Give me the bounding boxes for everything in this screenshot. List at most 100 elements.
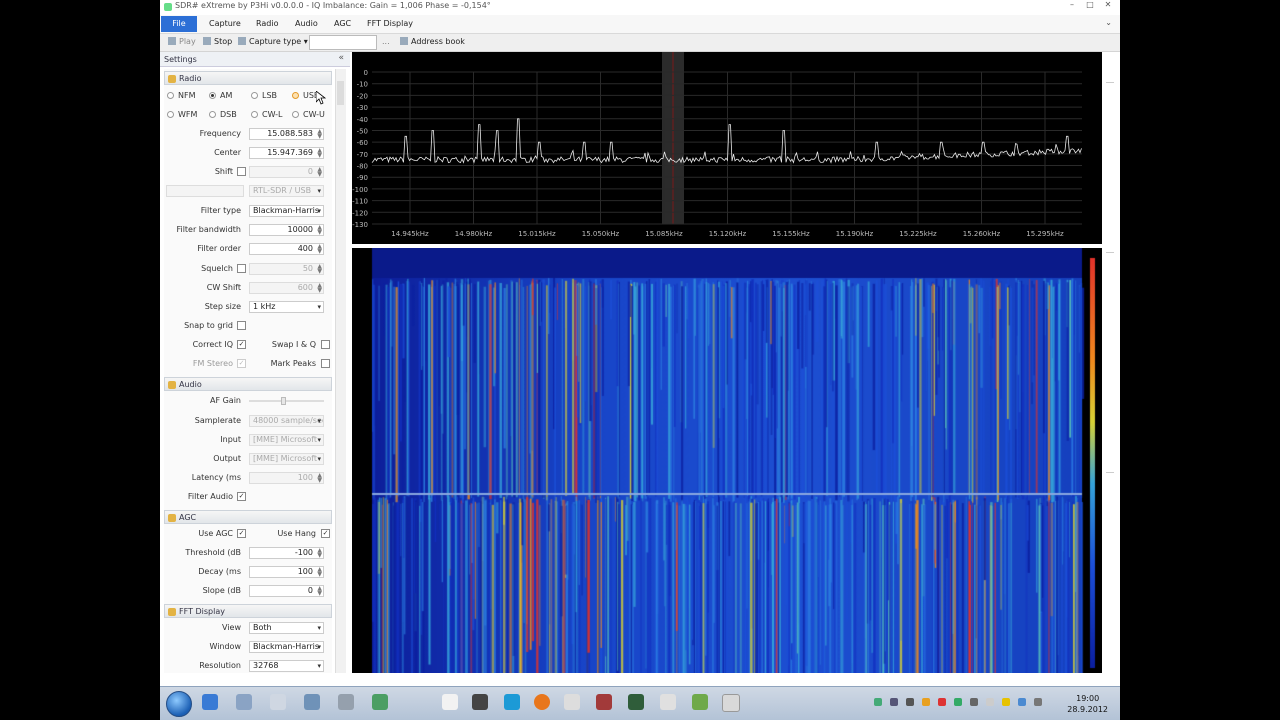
tray-icon[interactable]: [1018, 698, 1026, 706]
use-hang-checkbox[interactable]: ✓: [321, 529, 330, 538]
tray-icon[interactable]: [890, 698, 898, 706]
device-select[interactable]: RTL-SDR / USB ▾: [249, 185, 324, 197]
collapse-settings-button[interactable]: «: [338, 53, 344, 63]
window-select[interactable]: Blackman-Harris ▾: [249, 641, 324, 653]
export-icon[interactable]: [692, 694, 708, 710]
spectrum-display[interactable]: 0 -10 -20 -30 -40 -50 -60 -70 -80 -90 -100 -110 -120…: [352, 52, 1102, 244]
mode-dsb[interactable]: DSB: [209, 110, 237, 119]
af-gain-slider[interactable]: [249, 397, 324, 405]
shift-checkbox[interactable]: [237, 167, 246, 176]
sdr-taskbar-icon[interactable]: [722, 694, 740, 712]
spin-icon[interactable]: ▲ ▼: [317, 225, 322, 235]
close-button[interactable]: ✕: [1100, 0, 1116, 9]
mode-nfm[interactable]: NFM: [167, 91, 196, 100]
tray-icon[interactable]: [906, 698, 914, 706]
firefox-icon[interactable]: [534, 694, 550, 710]
stop-button[interactable]: Stop: [203, 37, 232, 46]
ie-icon[interactable]: [202, 694, 218, 710]
use-agc-checkbox[interactable]: ✓: [237, 529, 246, 538]
filter-bandwidth-input[interactable]: 10000 ▲ ▼: [249, 224, 324, 236]
settings-scrollbar[interactable]: [335, 69, 346, 673]
tool-icon[interactable]: [338, 694, 354, 710]
spin-icon[interactable]: ▲ ▼: [317, 567, 322, 577]
window-icon[interactable]: [564, 694, 580, 710]
console-icon[interactable]: [472, 694, 488, 710]
waterfall-canvas[interactable]: [352, 248, 1102, 673]
file-icon[interactable]: [442, 694, 458, 710]
input-select[interactable]: [MME] Microsoft ▾: [249, 434, 324, 446]
taskbar-clock[interactable]: 19:00 28.9.2012: [1067, 693, 1108, 715]
filter-type-select[interactable]: Blackman-Harris ▾: [249, 205, 324, 217]
spin-icon[interactable]: ▲ ▼: [317, 548, 322, 558]
spectrum-plot[interactable]: 0 -10 -20 -30 -40 -50 -60 -70 -80 -90 -100 -110 -120…: [352, 52, 1102, 244]
download-icon[interactable]: [660, 694, 676, 710]
skype-icon[interactable]: [504, 694, 520, 710]
documents-icon[interactable]: [270, 694, 286, 710]
mode-lsb[interactable]: LSB: [251, 91, 277, 100]
swap-iq-checkbox[interactable]: [321, 340, 330, 349]
slope-input[interactable]: 0 ▲ ▼: [249, 585, 324, 597]
app-red-icon[interactable]: [596, 694, 612, 710]
scrollbar-thumb[interactable]: [337, 81, 344, 105]
menu-fft-display[interactable]: FFT Display: [367, 19, 413, 28]
menu-audio[interactable]: Audio: [295, 19, 318, 28]
tray-icon[interactable]: [970, 698, 978, 706]
squelch-checkbox[interactable]: [237, 264, 246, 273]
menu-capture[interactable]: Capture: [209, 19, 241, 28]
filter-order-input[interactable]: 400 ▲ ▼: [249, 243, 324, 255]
waterfall-display[interactable]: [352, 248, 1102, 673]
computer-icon[interactable]: [236, 694, 252, 710]
decay-input[interactable]: 100 ▲ ▼: [249, 566, 324, 578]
step-size-select[interactable]: 1 kHz ▾: [249, 301, 324, 313]
tray-icon[interactable]: [922, 698, 930, 706]
menu-agc[interactable]: AGC: [334, 19, 351, 28]
audio-section-header[interactable]: Audio: [164, 377, 332, 391]
spin-icon[interactable]: ▲ ▼: [317, 586, 322, 596]
cw-shift-input[interactable]: 600 ▲ ▼: [249, 282, 324, 294]
agc-section-header[interactable]: AGC: [164, 510, 332, 524]
tray-icon[interactable]: [986, 698, 994, 706]
resolution-select[interactable]: 32768 ▾: [249, 660, 324, 672]
start-button[interactable]: [166, 691, 192, 717]
menu-file[interactable]: File: [161, 16, 197, 32]
spin-icon[interactable]: ▲ ▼: [317, 129, 322, 139]
spin-icon[interactable]: ▲ ▼: [317, 148, 322, 158]
frequency-input[interactable]: 15.088.583 ▲ ▼: [249, 128, 324, 140]
center-input[interactable]: 15.947.369 ▲ ▼: [249, 147, 324, 159]
mode-am[interactable]: AM: [209, 91, 232, 100]
mark-peaks-checkbox[interactable]: [321, 359, 330, 368]
squelch-input[interactable]: 50 ▲ ▼: [249, 263, 324, 275]
capture-type-button[interactable]: Capture type ▾: [238, 37, 308, 46]
globe-icon[interactable]: [372, 694, 388, 710]
threshold-input[interactable]: -100 ▲ ▼: [249, 547, 324, 559]
tray-icon[interactable]: [874, 698, 882, 706]
spin-icon[interactable]: ▲ ▼: [317, 244, 322, 254]
view-select[interactable]: Both ▾: [249, 622, 324, 634]
latency-input[interactable]: 100 ▲ ▼: [249, 472, 324, 484]
tray-icon[interactable]: [1034, 698, 1042, 706]
capture-type-combo[interactable]: [309, 35, 377, 50]
correct-iq-checkbox[interactable]: ✓: [237, 340, 246, 349]
tray-icon[interactable]: [954, 698, 962, 706]
mode-cw-u[interactable]: CW-U: [292, 110, 325, 119]
play-button[interactable]: Play: [168, 37, 196, 46]
chevron-down-icon[interactable]: ⌄: [1105, 18, 1112, 27]
network-icon[interactable]: [304, 694, 320, 710]
tray-icon[interactable]: [938, 698, 946, 706]
mode-wfm[interactable]: WFM: [167, 110, 197, 119]
mode-cw-l[interactable]: CW-L: [251, 110, 283, 119]
monitor-icon[interactable]: [628, 694, 644, 710]
browse-button[interactable]: ...: [382, 37, 390, 46]
address-book-button[interactable]: Address book: [400, 37, 465, 46]
output-select[interactable]: [MME] Microsoft ▾: [249, 453, 324, 465]
snap-to-grid-checkbox[interactable]: [237, 321, 246, 330]
slider-knob[interactable]: [280, 397, 286, 405]
menu-radio[interactable]: Radio: [256, 19, 278, 28]
shift-input[interactable]: 0 ▲ ▼: [249, 166, 324, 178]
filter-audio-checkbox[interactable]: ✓: [237, 492, 246, 501]
maximize-button[interactable]: □: [1082, 0, 1098, 9]
minimize-button[interactable]: –: [1064, 0, 1080, 9]
tray-icon[interactable]: [1002, 698, 1010, 706]
radio-section-header[interactable]: Radio: [164, 71, 332, 85]
samplerate-select[interactable]: 48000 sample/sec ▾: [249, 415, 324, 427]
